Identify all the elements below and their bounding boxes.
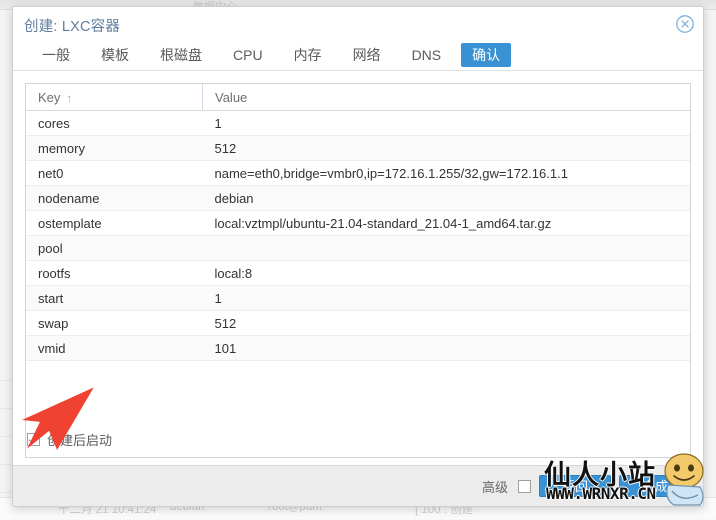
dialog-body: Key↑ Value cores1 memory512 net0name=eth… [13,71,703,459]
cell-key: rootfs [26,261,203,286]
tab-confirm[interactable]: 确认 [461,43,511,67]
finish-button[interactable]: 完成 [619,475,691,497]
start-after-create-row[interactable]: 创建后启动 [27,430,112,449]
tab-template[interactable]: 模板 [90,43,140,67]
advanced-label: 高级 [482,477,508,496]
table-row[interactable]: ostemplatelocal:vztmpl/ubuntu-21.04-stan… [26,211,690,236]
grid-body: cores1 memory512 net0name=eth0,bridge=vm… [26,111,690,361]
cell-key: vmid [26,336,203,361]
create-lxc-dialog: 创建: LXC容器 一般 模板 根磁盘 CPU 内存 网络 DNS 确认 [12,6,704,507]
cell-key: pool [26,236,203,261]
advanced-checkbox[interactable] [518,480,531,493]
tab-cpu[interactable]: CPU [222,43,274,67]
table-row[interactable]: pool [26,236,690,261]
cell-value: local:vztmpl/ubuntu-21.04-standard_21.04… [203,211,691,236]
back-button[interactable]: 返回 [539,475,611,497]
cell-value: 101 [203,336,691,361]
table-row[interactable]: start1 [26,286,690,311]
table-row[interactable]: swap512 [26,311,690,336]
dialog-footer: 高级 返回 完成 [13,465,703,506]
cell-key: swap [26,311,203,336]
wizard-tabbar: 一般 模板 根磁盘 CPU 内存 网络 DNS 确认 [13,39,703,71]
settings-grid: Key↑ Value cores1 memory512 net0name=eth… [26,84,690,361]
cell-value [203,236,691,261]
close-circle-icon[interactable] [675,14,695,34]
dialog-title: 创建: LXC容器 [24,15,120,36]
cell-value: 1 [203,111,691,136]
table-row[interactable]: rootfslocal:8 [26,261,690,286]
table-row[interactable]: net0name=eth0,bridge=vmbr0,ip=172.16.1.2… [26,161,690,186]
tab-network[interactable]: 网络 [342,43,392,67]
cell-value: debian [203,186,691,211]
table-row[interactable]: memory512 [26,136,690,161]
column-header-key[interactable]: Key ↑ [26,84,203,111]
cell-key: start [26,286,203,311]
sort-ascending-icon: ↑ [66,91,72,105]
cell-key: memory [26,136,203,161]
column-header-value-label: Value [215,90,247,105]
cell-key: ostemplate [26,211,203,236]
cell-value: 512 [203,311,691,336]
tab-dns[interactable]: DNS [401,43,453,67]
grid-header-row: Key ↑ Value [26,84,690,111]
cell-value: name=eth0,bridge=vmbr0,ip=172.16.1.255/3… [203,161,691,186]
column-header-value[interactable]: Value [203,84,691,111]
dialog-header: 创建: LXC容器 [13,7,703,39]
cell-value: 512 [203,136,691,161]
column-header-key-label: Key [38,90,60,105]
confirm-panel: Key↑ Value cores1 memory512 net0name=eth… [25,83,691,458]
cell-value: 1 [203,286,691,311]
cell-key: nodename [26,186,203,211]
tab-memory[interactable]: 内存 [283,43,333,67]
table-row[interactable]: vmid101 [26,336,690,361]
cell-key: cores [26,111,203,136]
start-after-create-checkbox[interactable] [27,433,40,446]
start-after-create-label: 创建后启动 [47,430,112,449]
table-row[interactable]: nodenamedebian [26,186,690,211]
cell-value: local:8 [203,261,691,286]
tab-root-disk[interactable]: 根磁盘 [149,43,213,67]
cell-key: net0 [26,161,203,186]
tab-general[interactable]: 一般 [31,43,81,67]
table-row[interactable]: cores1 [26,111,690,136]
